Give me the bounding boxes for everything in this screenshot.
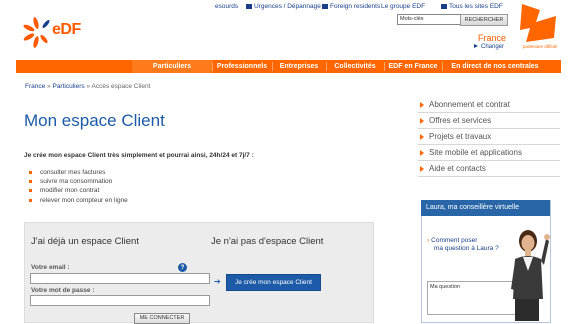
top-link-groupe-edf[interactable]: Le groupe EDF	[381, 3, 425, 10]
chevron-right-icon	[420, 101, 424, 108]
chevron-right-icon	[420, 149, 424, 156]
intro-text: Je crée mon espace Client très simplemen…	[24, 152, 254, 159]
arrow-right-icon	[474, 44, 478, 49]
nav-item-particuliers[interactable]: Particuliers	[132, 60, 212, 73]
email-field[interactable]	[30, 273, 210, 284]
top-link-tous-sites[interactable]: Tous les sites EDF	[441, 3, 503, 10]
page-title: Mon espace Client	[24, 111, 165, 130]
bullet-icon	[29, 189, 32, 192]
list-item: modifier mon contrat	[29, 187, 99, 194]
sites-icon	[441, 3, 447, 9]
search-input[interactable]: Mots-clés	[397, 14, 463, 25]
register-title: Je n'ai pas d'espace Client	[211, 236, 324, 247]
breadcrumb-item-particuliers[interactable]: Particuliers	[52, 83, 84, 90]
nav-item-professionnels[interactable]: Professionnels	[213, 60, 271, 73]
list-item: relever mon compteur en ligne	[29, 197, 128, 204]
connect-button[interactable]: ME CONNECTER	[134, 313, 190, 324]
right-menu-item-projets[interactable]: Projets et travaux	[418, 129, 560, 145]
change-country-link[interactable]: Changer	[474, 44, 504, 50]
search-button[interactable]: RECHERCHER	[460, 14, 508, 26]
laura-help-link[interactable]: › Comment poser	[427, 237, 477, 244]
globe-icon	[322, 3, 328, 9]
email-label: Votre email :	[31, 264, 70, 271]
london-tagline: partenaire officiel	[522, 44, 558, 49]
alert-icon	[246, 3, 252, 9]
password-field[interactable]	[30, 295, 210, 306]
bullet-icon	[29, 199, 32, 202]
chevron-right-icon: ›	[427, 237, 430, 244]
right-menu-item-offres[interactable]: Offres et services	[418, 113, 560, 129]
nav-item-collectivites[interactable]: Collectivités	[327, 60, 383, 73]
right-menu-item-mobile[interactable]: Site mobile et applications	[418, 145, 560, 161]
laura-title: Laura, ma conseillère virtuelle	[421, 200, 550, 216]
main-nav: Particuliers Professionnels Entreprises …	[16, 60, 561, 73]
help-icon[interactable]: ?	[178, 263, 187, 272]
password-label: Votre mot de passe :	[31, 287, 95, 294]
arrow-right-icon: ➔	[214, 277, 221, 286]
chevron-right-icon	[420, 165, 424, 172]
nav-item-edf-en-france[interactable]: EDF en France	[385, 60, 441, 73]
laura-help-link-line2[interactable]: ma question à Laura ?	[434, 245, 499, 252]
laura-avatar-icon	[511, 230, 550, 321]
logo-wordmark[interactable]: eDF	[52, 21, 81, 39]
breadcrumb-current: Accès espace Client	[91, 83, 151, 90]
nav-item-entreprises[interactable]: Entreprises	[273, 60, 325, 73]
top-link-urgences[interactable]: Urgences / Dépannage	[246, 3, 321, 10]
top-link-foreign-residents[interactable]: Foreign residents	[322, 3, 380, 10]
breadcrumb: France » Particuliers » Accès espace Cli…	[25, 83, 151, 90]
bullet-icon	[29, 171, 32, 174]
nav-item-centrales[interactable]: En direct de nos centrales	[443, 60, 547, 73]
create-account-button[interactable]: Je crée mon espace Client	[226, 274, 321, 291]
login-title: J'ai déjà un espace Client	[31, 236, 139, 247]
top-link-ressources[interactable]: esourds	[215, 3, 238, 10]
london-2012-logo-icon: partenaire officiel	[520, 4, 558, 49]
chevron-right-icon	[420, 117, 424, 124]
right-menu-item-aide[interactable]: Aide et contacts	[418, 161, 560, 177]
list-item: suivre ma consommation	[29, 178, 112, 185]
breadcrumb-item-france[interactable]: France	[25, 83, 45, 90]
bullet-icon	[29, 180, 32, 183]
right-menu-item-abonnement[interactable]: Abonnement et contrat	[418, 97, 560, 113]
chevron-right-icon	[420, 133, 424, 140]
country-label: France	[478, 33, 507, 43]
list-item: consulter mes factures	[29, 169, 105, 176]
